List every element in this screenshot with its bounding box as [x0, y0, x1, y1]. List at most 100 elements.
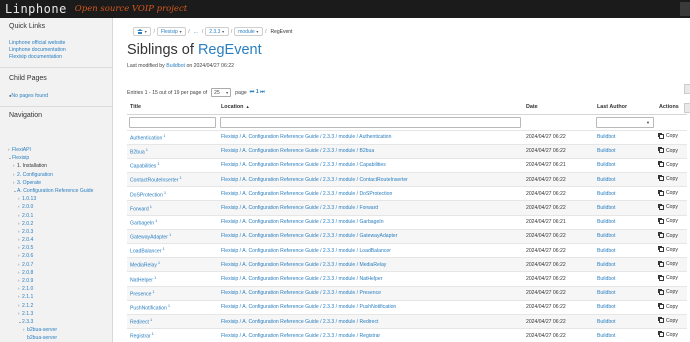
- version-marker[interactable]: 1: [146, 147, 148, 152]
- page-link[interactable]: DoSProtection: [130, 192, 163, 198]
- page-link[interactable]: Presence: [130, 292, 152, 298]
- nav-tree-item[interactable]: › 2.0.4: [8, 236, 112, 244]
- title-filter-input[interactable]: [129, 116, 216, 128]
- page-link[interactable]: GarbageIn: [130, 221, 154, 227]
- author-link[interactable]: Buildbot: [597, 276, 615, 282]
- version-marker[interactable]: 1: [153, 289, 155, 294]
- page-title-link[interactable]: RegEvent: [198, 42, 262, 58]
- column-header-location[interactable]: Location ▲: [218, 101, 523, 115]
- version-marker[interactable]: 1: [162, 246, 164, 251]
- version-marker[interactable]: 1: [150, 317, 152, 322]
- copy-button[interactable]: Copy: [658, 246, 678, 253]
- author-link[interactable]: Buildbot: [597, 219, 615, 225]
- nav-tree-item[interactable]: › 1. Installation: [8, 162, 112, 170]
- version-marker[interactable]: 1: [157, 161, 159, 166]
- nav-tree-item[interactable]: › b2bua-server: [8, 326, 112, 334]
- copy-button[interactable]: Copy: [658, 288, 678, 295]
- author-link[interactable]: Buildbot: [597, 319, 615, 325]
- panel-toggle-button[interactable]: [684, 84, 690, 94]
- quick-link-website[interactable]: Linphone official website: [9, 40, 65, 46]
- site-logo[interactable]: Linphone: [5, 2, 67, 16]
- author-link[interactable]: Buildbot: [597, 233, 615, 239]
- page-link[interactable]: Redirect: [130, 320, 149, 326]
- location-link[interactable]: Flexisip / A. Configuration Reference Gu…: [221, 148, 374, 154]
- nav-tree-item[interactable]: › 2.0.8: [8, 269, 112, 277]
- copy-button[interactable]: Copy: [658, 161, 678, 168]
- nav-tree-item[interactable]: › 2.1.1: [8, 293, 112, 301]
- copy-button[interactable]: Copy: [658, 189, 678, 196]
- nav-tree-item[interactable]: ⌄A. Configuration Reference Guide: [8, 187, 112, 195]
- copy-button[interactable]: Copy: [658, 217, 678, 224]
- copy-button[interactable]: Copy: [658, 303, 678, 310]
- page-link[interactable]: ContactRouteInserter: [130, 178, 178, 184]
- copy-button[interactable]: Copy: [658, 147, 678, 154]
- nav-tree-item[interactable]: › 2.0.7: [8, 261, 112, 269]
- version-marker[interactable]: 1: [150, 204, 152, 209]
- quick-link-linphone-docs[interactable]: Linphone documentation: [9, 47, 66, 53]
- header-menu-toggle[interactable]: [680, 2, 690, 16]
- version-marker[interactable]: 1: [152, 331, 154, 336]
- author-link[interactable]: Buildbot: [597, 177, 615, 183]
- location-link[interactable]: Flexisip / A. Configuration Reference Gu…: [221, 233, 397, 239]
- copy-button[interactable]: Copy: [658, 260, 678, 267]
- nav-tree-item[interactable]: › 2.0.0: [8, 203, 112, 211]
- page-link[interactable]: PushNotification: [130, 306, 167, 312]
- nav-tree-item[interactable]: › 2.0.6: [8, 252, 112, 260]
- nav-tree-item[interactable]: › 2.0.9: [8, 277, 112, 285]
- version-marker[interactable]: 1: [155, 218, 157, 223]
- page-link[interactable]: Authentication: [130, 135, 162, 141]
- author-link[interactable]: Buildbot: [597, 205, 615, 211]
- nav-tree-item[interactable]: › 1.0.13: [8, 195, 112, 203]
- author-link[interactable]: Buildbot: [597, 162, 615, 168]
- copy-button[interactable]: Copy: [658, 331, 678, 338]
- author-link[interactable]: Buildbot: [597, 148, 615, 154]
- author-link[interactable]: Buildbot: [597, 248, 615, 254]
- per-page-select[interactable]: 25 ▾: [211, 88, 232, 97]
- nav-tree-item[interactable]: › 2.0.2: [8, 220, 112, 228]
- location-link[interactable]: Flexisip / A. Configuration Reference Gu…: [221, 276, 382, 282]
- nav-tree-item[interactable]: ⌄Flexisip: [8, 154, 112, 162]
- page-navigation[interactable]: ⏮ 1 ⏭: [250, 89, 265, 96]
- location-link[interactable]: Flexisip / A. Configuration Reference Gu…: [221, 319, 378, 325]
- quick-link-flexisip-docs[interactable]: Flexisip documentation: [9, 54, 62, 60]
- location-filter-input[interactable]: [220, 116, 521, 128]
- author-link[interactable]: Buildbot: [597, 262, 615, 268]
- nav-tree-item[interactable]: › 2.1.3: [8, 310, 112, 318]
- nav-tree-item[interactable]: › 2.0.5: [8, 244, 112, 252]
- breadcrumb-ellipsis[interactable]: ...: [192, 29, 200, 35]
- nav-tree-item[interactable]: › 2.0.1: [8, 212, 112, 220]
- page-link[interactable]: LoadBalancer: [130, 249, 161, 255]
- location-link[interactable]: Flexisip / A. Configuration Reference Gu…: [221, 134, 391, 140]
- nav-tree-item[interactable]: › 2. Configuration: [8, 171, 112, 179]
- nav-tree-item[interactable]: › 2.0.3: [8, 228, 112, 236]
- location-link[interactable]: Flexisip / A. Configuration Reference Gu…: [221, 333, 380, 339]
- page-link[interactable]: Forward: [130, 206, 149, 212]
- location-link[interactable]: Flexisip / A. Configuration Reference Gu…: [221, 191, 392, 197]
- copy-button[interactable]: Copy: [658, 317, 678, 324]
- copy-button[interactable]: Copy: [658, 274, 678, 281]
- page-link[interactable]: GatewayAdapter: [130, 235, 168, 241]
- location-link[interactable]: Flexisip / A. Configuration Reference Gu…: [221, 248, 391, 254]
- version-marker[interactable]: 1: [168, 303, 170, 308]
- page-link[interactable]: Registrar: [130, 334, 151, 340]
- nav-tree-item[interactable]: › 2.1.0: [8, 285, 112, 293]
- version-marker[interactable]: 1: [154, 275, 156, 280]
- author-filter-select[interactable]: ▼: [596, 116, 654, 128]
- page-link[interactable]: B2bua: [130, 150, 145, 156]
- breadcrumb-flexisip[interactable]: Flexisip ▼: [156, 27, 187, 36]
- author-link[interactable]: Buildbot: [597, 290, 615, 296]
- location-link[interactable]: Flexisip / A. Configuration Reference Gu…: [221, 177, 408, 183]
- breadcrumb-version[interactable]: 2.3.3 ▼: [205, 27, 229, 36]
- nav-tree-item[interactable]: › 3. Operate: [8, 179, 112, 187]
- modified-user-link[interactable]: Buildbot: [166, 63, 185, 69]
- copy-button[interactable]: Copy: [658, 232, 678, 239]
- author-link[interactable]: Buildbot: [597, 191, 615, 197]
- breadcrumb-module[interactable]: module ▼: [234, 27, 264, 36]
- page-link[interactable]: MediaRelay: [130, 263, 157, 269]
- author-link[interactable]: Buildbot: [597, 333, 615, 339]
- version-marker[interactable]: 1: [179, 175, 181, 180]
- version-marker[interactable]: 1: [169, 232, 171, 237]
- page-link[interactable]: NatHelper: [130, 277, 153, 283]
- column-header-title[interactable]: Title: [127, 101, 218, 115]
- location-link[interactable]: Flexisip / A. Configuration Reference Gu…: [221, 290, 381, 296]
